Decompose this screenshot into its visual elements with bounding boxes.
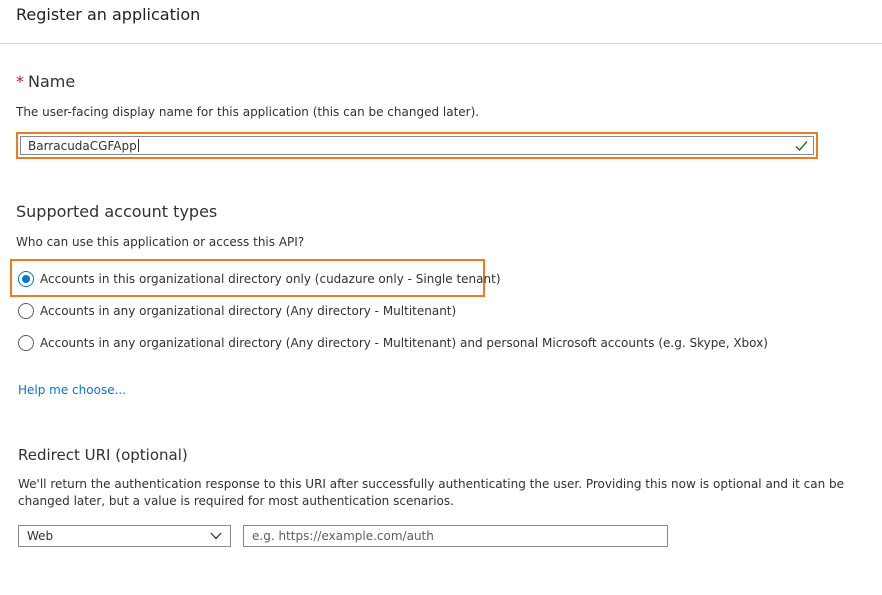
redirect-uri-input[interactable] — [243, 525, 668, 547]
account-types-title: Supported account types — [16, 202, 218, 221]
radio-button[interactable] — [18, 335, 34, 351]
name-input[interactable]: BarracudaCGFApp — [20, 136, 814, 155]
chevron-down-icon — [210, 532, 222, 540]
name-title-text: Name — [28, 72, 76, 91]
text-caret — [137, 139, 139, 152]
redirect-uri-description-line2: changed later, but a value is required f… — [18, 494, 454, 508]
name-input-highlight: BarracudaCGFApp — [16, 132, 818, 159]
radio-label: Accounts in any organizational directory… — [40, 304, 457, 318]
name-section-title: * Name — [16, 72, 75, 91]
radio-button-checked[interactable] — [18, 271, 34, 287]
radio-label: Accounts in this organizational director… — [40, 272, 501, 286]
help-me-choose-link[interactable]: Help me choose... — [18, 383, 126, 397]
checkmark-icon — [795, 141, 808, 152]
redirect-uri-title: Redirect URI (optional) — [18, 446, 188, 464]
account-type-option-multitenant[interactable]: Accounts in any organizational directory… — [18, 301, 456, 321]
page-title: Register an application — [16, 5, 201, 24]
radio-label: Accounts in any organizational directory… — [40, 336, 768, 350]
name-input-text: BarracudaCGFApp — [28, 139, 137, 153]
redirect-uri-description-line1: We'll return the authentication response… — [18, 477, 845, 491]
account-type-option-single-tenant[interactable]: Accounts in this organizational director… — [18, 269, 501, 289]
account-type-option-multitenant-personal[interactable]: Accounts in any organizational directory… — [18, 333, 768, 353]
name-input-value: BarracudaCGFApp — [28, 139, 139, 153]
name-description: The user-facing display name for this ap… — [16, 105, 480, 119]
platform-select-value: Web — [27, 529, 54, 543]
required-marker: * — [16, 72, 24, 91]
account-types-question: Who can use this application or access t… — [16, 235, 305, 249]
platform-select[interactable]: Web — [18, 525, 231, 547]
radio-button[interactable] — [18, 303, 34, 319]
header-divider — [0, 43, 882, 44]
